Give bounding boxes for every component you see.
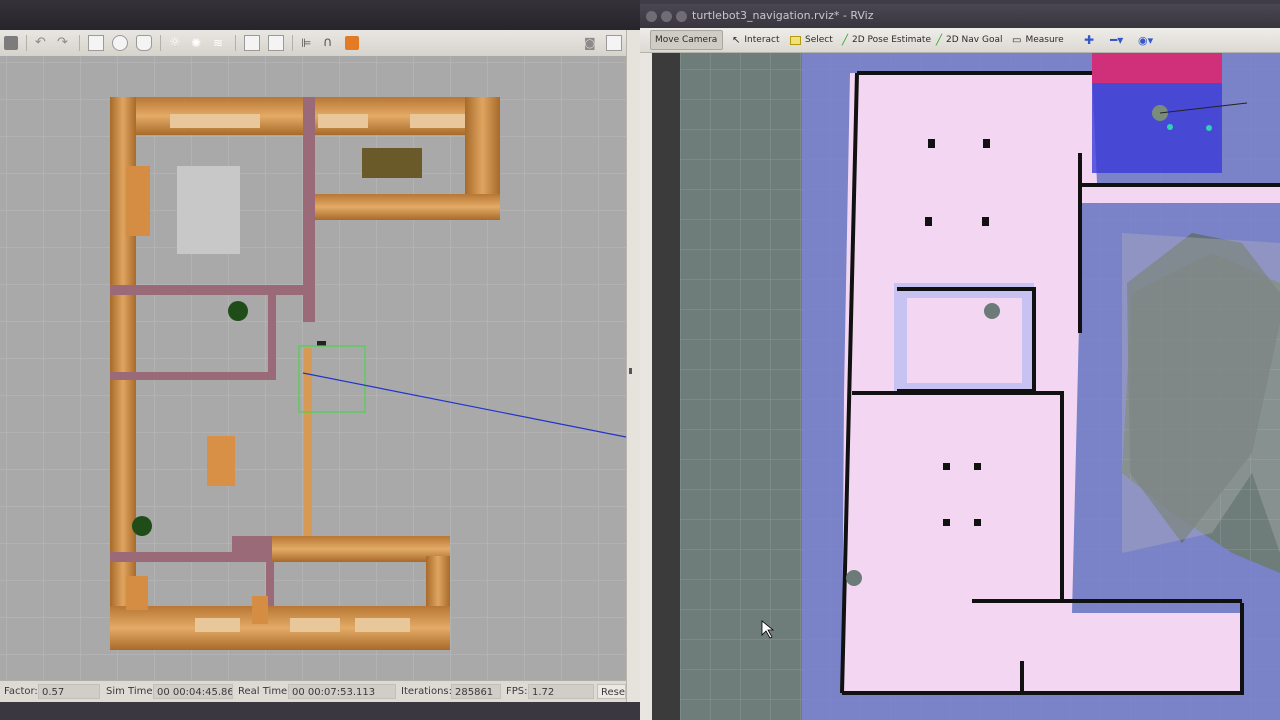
bottom-box	[252, 596, 268, 624]
move-camera-tool[interactable]: Move Camera	[650, 30, 723, 50]
lethal-costmap-band	[1092, 53, 1222, 83]
table-top-left	[177, 166, 240, 254]
top-window-mid	[318, 114, 368, 128]
nav-goal-label: 2D Nav Goal	[946, 35, 1003, 45]
turtlebot-robot	[317, 341, 326, 346]
add-tool-icon[interactable]: ✚	[1080, 30, 1098, 50]
iterations-value: 285861	[451, 684, 501, 699]
toolbar-divider	[235, 35, 236, 51]
interact-label: Interact	[744, 35, 780, 45]
rviz-title-bar: turtlebot3_navigation.rviz* - RViz	[640, 4, 1280, 28]
rviz-3d-view[interactable]	[652, 53, 1280, 720]
window-splitter[interactable]	[626, 30, 641, 720]
real-time-value: 00 00:07:53.113	[288, 684, 396, 699]
select-mode-icon[interactable]	[4, 36, 18, 50]
pose-estimate-label: 2D Pose Estimate	[852, 35, 932, 45]
paste-icon[interactable]	[268, 35, 284, 51]
top-window-right	[410, 114, 465, 128]
tool-properties-icon[interactable]: ◉▾	[1134, 30, 1157, 50]
top-window-left	[170, 114, 260, 128]
window-title: turtlebot3_navigation.rviz* - RViz	[692, 9, 874, 22]
maximize-icon[interactable]	[676, 11, 687, 22]
ruler-icon: ▭	[1012, 34, 1022, 46]
box-icon[interactable]	[88, 35, 104, 51]
green-obstacle-2	[132, 516, 152, 536]
rviz-side-panel	[640, 53, 652, 720]
undo-icon[interactable]: ↶	[35, 36, 49, 50]
copy-icon[interactable]	[244, 35, 260, 51]
directional-light-icon[interactable]: ≋	[213, 36, 227, 50]
sim-time-value: 00 00:04:45.861	[153, 684, 233, 699]
green-arrow-icon: ╱	[936, 34, 943, 46]
screenshot-icon[interactable]: ◙	[584, 36, 598, 50]
remove-tool-icon[interactable]: ━▾	[1106, 30, 1127, 50]
obstacle-marker-2	[846, 570, 862, 586]
robot-marker-1	[1167, 124, 1173, 130]
select-tool[interactable]: Select	[786, 30, 837, 50]
iterations-label: Iterations:	[401, 686, 452, 697]
bottom-window-1	[195, 618, 240, 632]
costmap-render	[652, 53, 1280, 720]
left-dark-strip	[652, 53, 680, 720]
select-box-icon	[790, 35, 801, 45]
rviz-window: turtlebot3_navigation.rviz* - RViz Move …	[640, 0, 1280, 720]
obstacle-marker-1	[984, 303, 1000, 319]
desktop-top-strip	[0, 0, 640, 30]
redo-icon[interactable]: ↷	[57, 36, 71, 50]
cursor-icon: ↖	[732, 34, 741, 46]
spot-light-icon[interactable]: ✺	[191, 36, 205, 50]
move-camera-label: Move Camera	[655, 35, 718, 45]
snap-icon[interactable]: ∩	[323, 36, 337, 50]
color-icon[interactable]	[345, 36, 359, 50]
factor-value: 0.57	[38, 684, 100, 699]
reset-button[interactable]: Rese	[597, 684, 626, 699]
desktop-bottom-strip	[0, 702, 640, 720]
rviz-toolbar: Move Camera ↖ Interact Select ╱ 2D Pose …	[640, 28, 1280, 53]
pose-estimate-tool[interactable]: ╱ 2D Pose Estimate	[838, 30, 935, 50]
gazebo-3d-scene[interactable]	[0, 56, 626, 680]
select-label: Select	[805, 35, 833, 45]
fps-value: 1.72	[528, 684, 594, 699]
bottom-cabinet-top	[272, 536, 450, 562]
robot-marker-2	[1206, 125, 1212, 131]
gazebo-toolbar: ↶ ↷ ☼ ✺ ≋ ⊫ ∩ ◙	[0, 30, 626, 57]
bottom-left-shelf	[126, 576, 148, 610]
wall-right-room-bottom	[308, 194, 500, 220]
cylinder-icon[interactable]	[136, 35, 152, 51]
inner-room-free	[907, 298, 1022, 383]
interact-tool[interactable]: ↖ Interact	[728, 30, 784, 50]
bottom-window-2	[290, 618, 340, 632]
sun-icon[interactable]: ☼	[169, 36, 183, 50]
measure-label: Measure	[1025, 35, 1064, 45]
bottom-window-3	[355, 618, 410, 632]
log-icon[interactable]	[606, 35, 622, 51]
splitter-handle[interactable]	[629, 368, 632, 374]
sphere-icon[interactable]	[112, 35, 128, 51]
green-arrow-icon: ╱	[842, 34, 849, 46]
factor-label: Factor:	[4, 686, 38, 697]
brick-wall-mid-top	[110, 285, 315, 295]
gazebo-window: ↶ ↷ ☼ ✺ ≋ ⊫ ∩ ◙ Factor: 0.57 Sim Time: 0…	[0, 0, 641, 720]
nav-goal-tool[interactable]: ╱ 2D Nav Goal	[932, 30, 1006, 50]
brick-wall-mid-bottom	[110, 372, 276, 380]
cabinet-top-right	[362, 148, 422, 178]
wood-divider-center	[304, 348, 312, 543]
left-shelf	[126, 166, 150, 236]
toolbar-divider	[160, 35, 161, 51]
real-time-label: Real Time:	[238, 686, 291, 697]
align-icon[interactable]: ⊫	[301, 36, 315, 50]
green-obstacle-1	[228, 301, 248, 321]
sim-time-label: Sim Time:	[106, 686, 156, 697]
close-icon[interactable]	[646, 11, 657, 22]
toolbar-divider	[26, 35, 27, 51]
crate-center	[207, 436, 235, 486]
gazebo-status-bar: Factor: 0.57 Sim Time: 00 00:04:45.861 R…	[0, 680, 626, 703]
measure-tool[interactable]: ▭ Measure	[1008, 30, 1068, 50]
world-render	[0, 56, 626, 680]
minimize-icon[interactable]	[661, 11, 672, 22]
toolbar-divider	[79, 35, 80, 51]
toolbar-divider	[292, 35, 293, 51]
brick-wall-mid-vertical	[268, 291, 276, 377]
fps-label: FPS:	[506, 686, 528, 697]
